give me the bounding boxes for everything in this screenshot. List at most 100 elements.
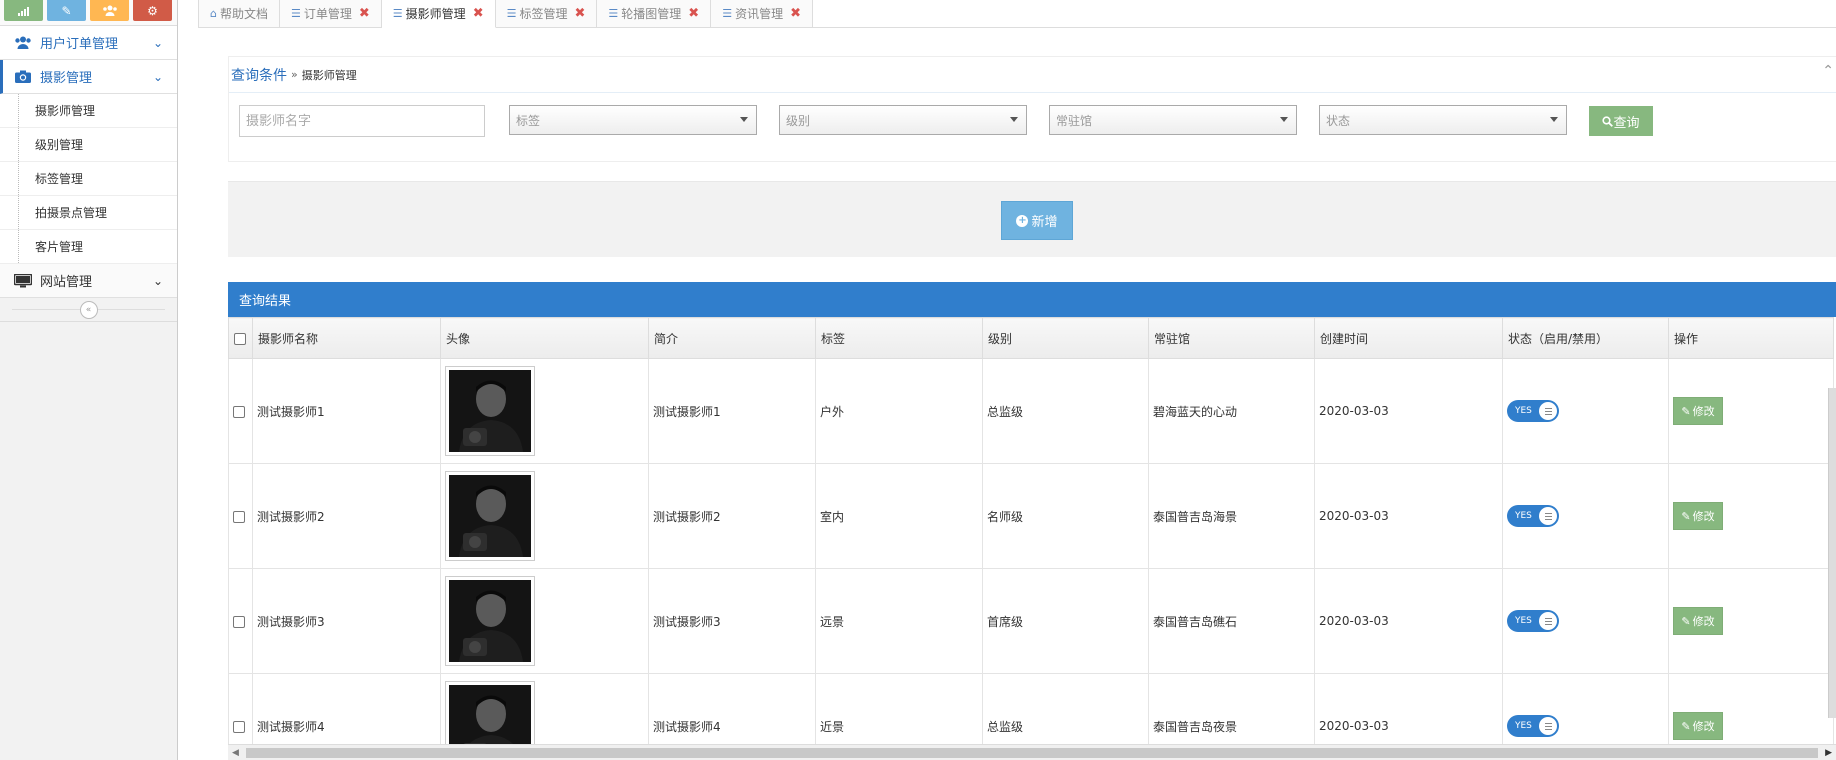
results-panel: 查询结果 摄影师名称 头像 简介 标签 级别 常驻馆 创建时间 状态（启用/禁用… [228, 282, 1836, 760]
tag-select-value: 标签 [516, 113, 541, 128]
venue-cell: 泰国普吉岛礁石 [1148, 568, 1315, 674]
column-header: 标签 [815, 317, 983, 359]
row-checkbox[interactable] [233, 720, 245, 733]
status-select-value: 状态 [1326, 113, 1351, 128]
select-all-checkbox[interactable] [234, 332, 246, 345]
tab-label: 帮助文档 [219, 7, 268, 21]
column-header: 常驻馆 [1148, 317, 1315, 359]
intro-cell: 测试摄影师2 [648, 463, 816, 569]
avatar [445, 471, 535, 561]
tab-label: 标签管理 [519, 7, 568, 21]
tag-cell: 远景 [815, 568, 983, 674]
cogs-icon[interactable]: ⚙ [133, 0, 172, 21]
tab-tags[interactable]: ☰ 标签管理 ✖ [495, 0, 598, 28]
chevron-down-icon: ⌄ [153, 273, 164, 288]
double-angle-left-icon[interactable]: « [79, 300, 98, 319]
status-toggle[interactable]: YES [1507, 400, 1559, 422]
edit-button[interactable]: ✎ 修改 [1673, 607, 1723, 635]
breadcrumb-separator: » [291, 68, 298, 81]
edit-button[interactable]: ✎ 修改 [1673, 712, 1723, 740]
close-icon[interactable]: ✖ [473, 6, 484, 21]
status-toggle-label: YES [1515, 616, 1532, 626]
scrollbar-thumb[interactable] [246, 748, 1818, 758]
tab-carousel[interactable]: ☰ 轮播图管理 ✖ [597, 0, 712, 28]
sidebar-item-samples[interactable]: 客片管理 [0, 230, 177, 264]
row-checkbox[interactable] [233, 405, 245, 418]
status-toggle[interactable]: YES [1507, 505, 1559, 527]
desktop-icon [12, 273, 34, 288]
select-all-cell [228, 317, 253, 359]
name-cell: 测试摄影师3 [252, 568, 441, 674]
edit-icon: ✎ [1681, 719, 1691, 733]
scroll-left-icon[interactable]: ◀ [232, 748, 239, 758]
toggle-knob [1539, 402, 1557, 420]
chevron-up-icon[interactable]: ⌃ [1822, 63, 1834, 79]
tab-orders[interactable]: ☰ 订单管理 ✖ [280, 0, 382, 28]
menu-user-orders[interactable]: 用户订单管理 ⌄ [0, 26, 177, 60]
query-panel-header: 查询条件 » 摄影师管理 ⌃ [229, 57, 1836, 93]
sidebar: ✎ ⚙ 用户订单管理 ⌄ 摄影管理 ⌄ 摄影师管理 级别管理 标签管理 拍摄景点… [0, 0, 178, 760]
close-icon[interactable]: ✖ [688, 6, 699, 21]
search-button-label: 查询 [1613, 115, 1640, 131]
search-button[interactable]: 查询 [1589, 106, 1653, 136]
photographer-name-input[interactable] [239, 105, 485, 137]
edit-button[interactable]: ✎ 修改 [1673, 397, 1723, 425]
level-select[interactable]: 级别 [779, 105, 1027, 135]
tab-label: 摄影师管理 [405, 7, 466, 21]
tab-label: 轮播图管理 [621, 7, 682, 21]
row-checkbox[interactable] [233, 510, 245, 523]
status-cell: YES [1502, 358, 1669, 464]
edit-button[interactable]: ✎ 修改 [1673, 502, 1723, 530]
close-icon[interactable]: ✖ [790, 6, 801, 21]
toggle-knob [1539, 612, 1557, 630]
edit-button-label: 修改 [1692, 615, 1715, 628]
sidebar-item-levels[interactable]: 级别管理 [0, 128, 177, 162]
tag-select[interactable]: 标签 [509, 105, 757, 135]
status-toggle-label: YES [1515, 721, 1532, 731]
venue-select[interactable]: 常驻馆 [1049, 105, 1297, 135]
column-header: 创建时间 [1314, 317, 1503, 359]
sidebar-item-tags[interactable]: 标签管理 [0, 162, 177, 196]
vertical-scrollbar[interactable] [1828, 388, 1836, 718]
edit-icon: ✎ [1681, 509, 1691, 523]
menu-site-mgmt[interactable]: 网站管理 ⌄ [0, 264, 177, 298]
edit-icon: ✎ [1681, 404, 1691, 418]
avatar [445, 576, 535, 666]
status-toggle[interactable]: YES [1507, 715, 1559, 737]
close-icon[interactable]: ✖ [359, 6, 370, 21]
query-panel-title: 查询条件 [231, 67, 287, 84]
avatar-cell [440, 358, 649, 464]
close-icon[interactable]: ✖ [574, 6, 585, 21]
level-cell: 名师级 [982, 463, 1149, 569]
edit-button-label: 修改 [1692, 720, 1715, 733]
signal-icon[interactable] [4, 0, 43, 21]
status-toggle[interactable]: YES [1507, 610, 1559, 632]
venue-select-value: 常驻馆 [1056, 113, 1093, 128]
tab-photographers[interactable]: ☰ 摄影师管理 ✖ [381, 0, 496, 28]
status-cell: YES [1502, 463, 1669, 569]
sidebar-item-photographers[interactable]: 摄影师管理 [0, 94, 177, 128]
sliders-icon: ☰ [291, 7, 301, 20]
column-header: 级别 [982, 317, 1149, 359]
chevron-down-icon: ⌄ [153, 35, 164, 50]
scroll-right-icon[interactable]: ▶ [1825, 748, 1832, 758]
sliders-icon: ☰ [506, 7, 517, 20]
home-icon: ⌂ [210, 7, 217, 20]
status-select[interactable]: 状态 [1319, 105, 1567, 135]
users-icon[interactable] [90, 0, 129, 21]
toggle-knob [1539, 717, 1557, 735]
created-cell: 2020-03-03 [1314, 463, 1503, 569]
tab-label: 订单管理 [303, 7, 352, 21]
column-header: 操作 [1668, 317, 1834, 359]
row-checkbox[interactable] [233, 615, 245, 628]
menu-photo-mgmt[interactable]: 摄影管理 ⌄ [0, 60, 177, 94]
add-button[interactable]: + 新增 [1001, 201, 1073, 240]
pencil-icon[interactable]: ✎ [47, 0, 86, 21]
row-select-cell [228, 358, 253, 464]
sidebar-item-spots[interactable]: 拍摄景点管理 [0, 196, 177, 230]
photographer-table: 摄影师名称 头像 简介 标签 级别 常驻馆 创建时间 状态（启用/禁用） 操作 … [228, 317, 1834, 760]
tab-news[interactable]: ☰ 资讯管理 ✖ [711, 0, 813, 28]
table-row: 测试摄影师2 测试摄影师2 室内 名师级 泰国普吉岛海景 2020-03-03 … [228, 463, 1834, 569]
horizontal-scrollbar[interactable]: ◀ ▶ [228, 744, 1836, 760]
tab-help[interactable]: ⌂ 帮助文档 [198, 0, 280, 28]
